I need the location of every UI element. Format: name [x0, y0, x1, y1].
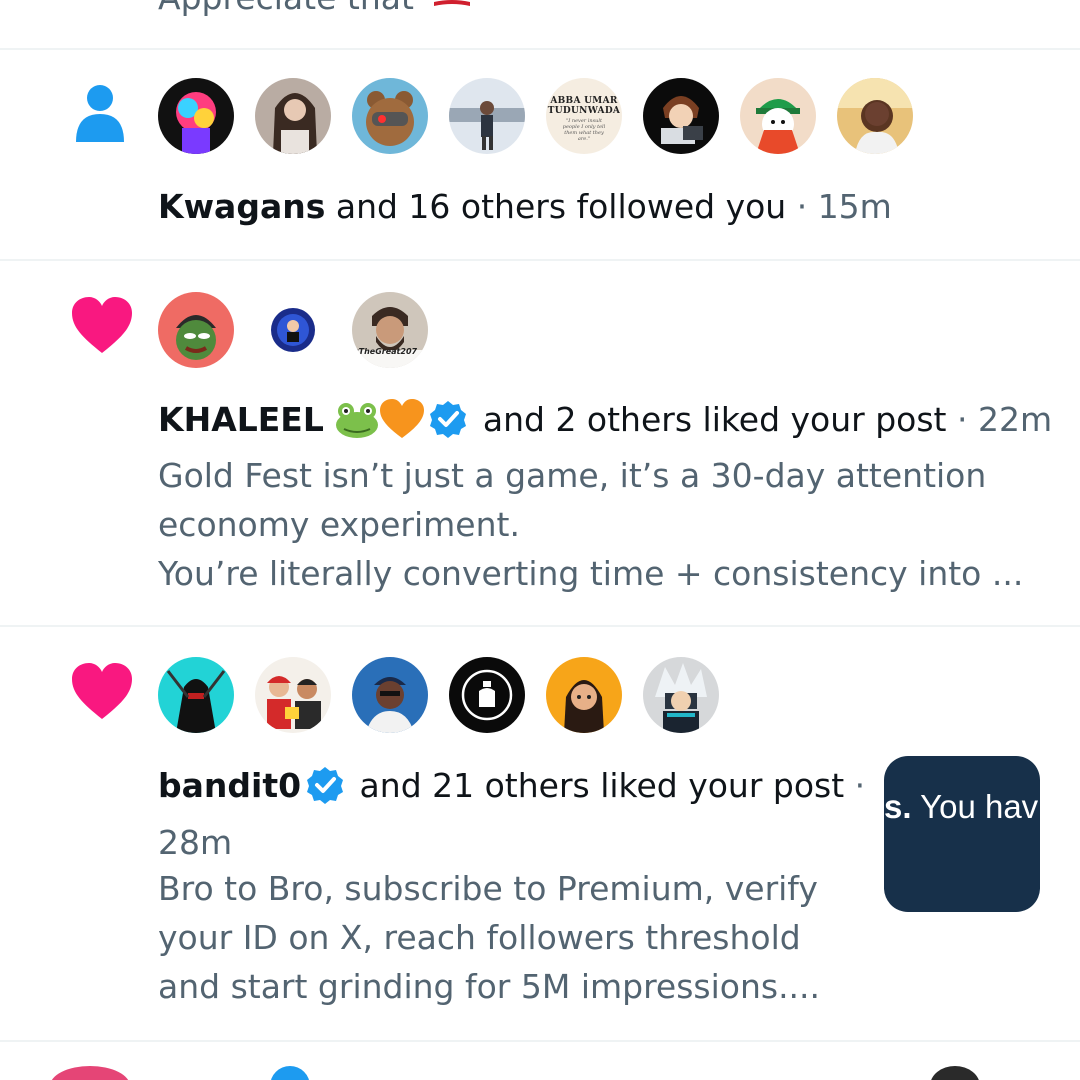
- separator-dot: ·: [844, 766, 866, 805]
- preview-line: Bro to Bro, subscribe to Premium, verify: [158, 869, 818, 908]
- separator-dot: ·: [946, 400, 978, 439]
- preview-line: Gold Fest isn’t just a game, it’s a 30-d…: [158, 456, 987, 495]
- avatar-quote-text: "I never insult people I only tell them …: [562, 118, 606, 142]
- avatar[interactable]: [255, 292, 331, 368]
- avatar-row: eyTheGreat207: [158, 292, 428, 368]
- heart-icon: [72, 663, 132, 719]
- avatar[interactable]: [449, 657, 525, 733]
- notification-text: KHALEEL and 2 others liked your post · 2…: [158, 399, 1052, 440]
- avatar[interactable]: [255, 657, 331, 733]
- verified-badge-icon: [430, 401, 467, 438]
- person-icon: [76, 85, 124, 142]
- heart-icon: [72, 297, 132, 353]
- avatar[interactable]: eyTheGreat207: [352, 292, 428, 368]
- post-preview[interactable]: Bro to Bro, subscribe to Premium, verify…: [158, 864, 820, 1011]
- separator-dot: ·: [786, 187, 818, 226]
- avatar[interactable]: [740, 78, 816, 154]
- preview-line: your ID on X, reach followers threshold: [158, 918, 801, 957]
- next-notification-avatar[interactable]: [50, 1066, 130, 1080]
- avatar-caption-text: eyTheGreat207: [352, 347, 418, 356]
- avatar[interactable]: [643, 657, 719, 733]
- flag-emoji-icon: [434, 0, 471, 6]
- notification-time-line: 28m: [158, 823, 232, 863]
- media-text-rest: You hav: [911, 788, 1039, 825]
- avatar[interactable]: [449, 78, 525, 154]
- notification-text: bandit0 and 21 others liked your post ·: [158, 765, 865, 806]
- action-text: and 21 others liked your post: [349, 766, 845, 805]
- preview-line: and start grinding for 5M impressions...…: [158, 967, 821, 1006]
- action-text: and 16 others followed you: [325, 187, 787, 226]
- avatar[interactable]: [352, 78, 428, 154]
- avatar[interactable]: [158, 657, 234, 733]
- orange-heart-icon: [380, 399, 425, 438]
- user-name[interactable]: Kwagans: [158, 187, 325, 226]
- notification-text: Kwagans and 16 others followed you · 15m: [158, 187, 892, 227]
- avatar[interactable]: [158, 78, 234, 154]
- action-text: and 2 others liked your post: [472, 400, 947, 439]
- avatar[interactable]: [643, 78, 719, 154]
- avatar-name-text: ABBA UMAR TUDUNWADA: [547, 96, 621, 116]
- avatar[interactable]: [837, 78, 913, 154]
- divider: [0, 1040, 1080, 1042]
- avatar[interactable]: [546, 657, 622, 733]
- post-media-thumbnail[interactable]: s. You hav: [884, 756, 1040, 912]
- post-preview[interactable]: Gold Fest isn’t just a game, it’s a 30-d…: [158, 451, 1023, 598]
- timestamp: 22m: [977, 400, 1053, 439]
- avatar[interactable]: [352, 657, 428, 733]
- media-text-bold: s.: [884, 788, 912, 825]
- next-thumbnail[interactable]: [930, 1066, 980, 1080]
- frog-emoji-icon: [336, 403, 379, 438]
- previous-post-snippet[interactable]: Appreciate that: [158, 0, 472, 17]
- notifications-page: Appreciate that: [0, 0, 1080, 1080]
- user-name[interactable]: bandit0: [158, 766, 301, 805]
- avatar[interactable]: [255, 78, 331, 154]
- avatar[interactable]: ABBA UMAR TUDUNWADA "I never insult peop…: [546, 78, 622, 154]
- preview-line: economy experiment.: [158, 505, 520, 544]
- next-verified-badge-icon: [270, 1066, 310, 1080]
- preview-line: You’re literally converting time + consi…: [158, 554, 1024, 593]
- avatar-row: ABBA UMAR TUDUNWADA "I never insult peop…: [158, 78, 913, 154]
- notification-like[interactable]: eyTheGreat207 KHALEEL and 2 others liked…: [0, 261, 1080, 625]
- user-name[interactable]: KHALEEL: [158, 400, 324, 439]
- notification-follow[interactable]: ABBA UMAR TUDUNWADA "I never insult peop…: [0, 50, 1080, 260]
- timestamp: 28m: [158, 823, 233, 862]
- media-text: s. You hav: [884, 788, 1038, 826]
- avatar[interactable]: [158, 292, 234, 368]
- previous-snippet-text: Appreciate that: [158, 0, 414, 17]
- avatar-row: [158, 657, 719, 733]
- verified-badge-icon: [307, 767, 344, 804]
- timestamp: 15m: [817, 187, 892, 226]
